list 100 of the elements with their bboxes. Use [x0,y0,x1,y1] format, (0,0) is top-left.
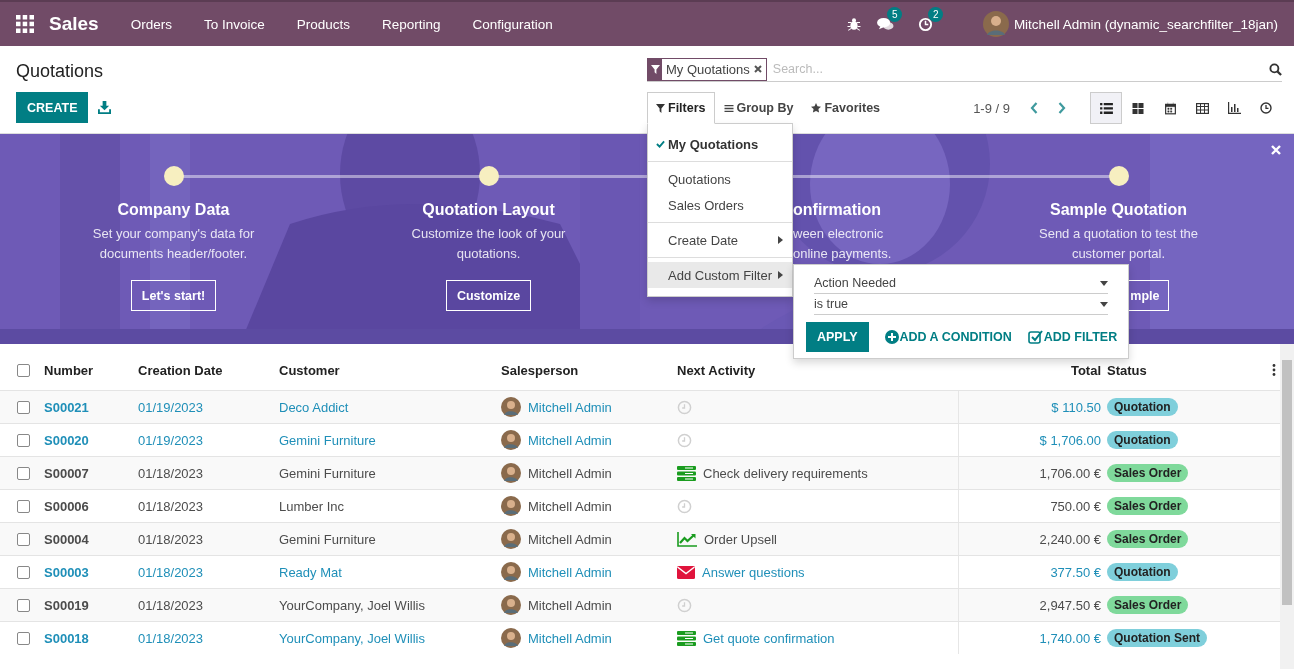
salesperson-name: Mitchell Admin [528,498,612,514]
todo-list-icon[interactable] [677,630,696,646]
chat-icon[interactable] [876,16,894,32]
step-button[interactable]: Let's start! [130,280,217,311]
message-count-badge: 5 [886,6,903,22]
step-title: Quotation Layout [422,201,555,219]
close-icon[interactable] [1271,145,1281,155]
creation-date: 01/18/2023 [138,531,205,547]
app-name[interactable]: Sales [49,13,99,35]
scrollbar[interactable] [1280,344,1294,669]
add-filter-button[interactable]: ADD FILTER [1027,330,1118,344]
step-title: onfirmation [793,201,881,219]
dropdown-caret-icon [1100,280,1108,286]
search-options-tab[interactable]: Filters [647,92,715,124]
envelope-icon[interactable] [677,565,695,579]
filter-option[interactable]: My Quotations [648,131,792,157]
order-total: 1,740.00 € [1038,630,1102,646]
column-options-icon[interactable] [1271,364,1276,376]
status-badge: Quotation Sent [1107,629,1207,647]
menu-item[interactable]: Orders [114,16,188,32]
column-header[interactable]: Next Activity [677,362,959,378]
add-condition-button[interactable]: ADD A CONDITION [884,330,1012,344]
creation-date: 01/18/2023 [138,630,205,646]
column-header[interactable]: Salesperson [501,362,677,378]
filter-submenu-item[interactable]: Add Custom Filter [648,262,792,288]
row-checkbox[interactable] [16,499,30,513]
table-icon [1195,102,1209,114]
customer-name: YourCompany, Joel Willis [279,597,426,613]
activity-summary: Get quote confirmation [703,630,835,646]
bug-icon[interactable] [846,17,861,31]
customer-name: Gemini Furniture [279,432,377,448]
search-input[interactable]: Search... [766,61,1269,77]
status-badge: Sales Order [1107,596,1189,614]
customer-name: Lumber Inc [279,498,346,514]
menu-item[interactable]: Configuration [456,16,569,32]
select-field[interactable]: Action Needed [814,273,1108,294]
order-number: S00021 [44,399,90,415]
apply-button[interactable]: APPLY [806,322,869,352]
order-total: 2,240.00 € [1038,531,1102,547]
filter-submenu-item[interactable]: Create Date [648,227,792,253]
customer-name: Ready Mat [279,564,343,580]
apps-menu-icon[interactable] [16,15,34,33]
order-number: S00018 [44,630,90,646]
step-description: ween electronic online payments. [793,225,893,263]
creation-date: 01/18/2023 [138,465,205,481]
list-view-button[interactable] [1090,92,1122,124]
checkmark-icon [656,140,665,148]
creation-date: 01/18/2023 [138,498,205,514]
menu-item[interactable]: Products [280,16,366,32]
avatar [501,430,521,450]
row-checkbox[interactable] [16,598,30,612]
column-header[interactable]: Number [44,362,138,378]
menu-item[interactable]: Reporting [366,16,457,32]
create-button[interactable]: CREATE [16,92,89,123]
remove-icon[interactable] [753,65,762,73]
row-checkbox[interactable] [16,565,30,579]
column-header[interactable]: Total [959,362,1107,378]
order-total: 377.50 € [1049,564,1102,580]
previous-page-icon[interactable] [1030,102,1038,114]
select-field[interactable]: is true [814,294,1108,315]
menu-item[interactable]: To Invoice [187,16,281,32]
row-checkbox[interactable] [16,466,30,480]
avatar [501,463,521,483]
row-checkbox[interactable] [16,433,30,447]
salesperson-name: Mitchell Admin [528,564,612,580]
salesperson-name: Mitchell Admin [528,432,612,448]
filter-option[interactable]: Sales Orders [648,192,792,218]
page-title: Quotations [16,61,105,82]
caret-icon [778,271,783,279]
column-header[interactable]: Creation Date [138,362,279,378]
bars-icon [723,103,734,113]
creation-date: 01/18/2023 [138,564,205,580]
filter-option[interactable]: Quotations [648,166,792,192]
activity-summary: Check delivery requirements [703,465,868,481]
order-total: $ 110.50 [1050,399,1102,415]
user-name[interactable]: Mitchell Admin (dynamic_searchfilter_18jan) [1013,16,1278,32]
search-options-tab[interactable]: Favorites [802,92,890,124]
pager-value[interactable]: 1-9 / 9 [973,100,1010,116]
column-header[interactable]: Status [1107,362,1267,378]
user-avatar[interactable] [982,11,1009,37]
customer-name: Deco Addict [279,399,350,415]
next-page-icon[interactable] [1058,102,1066,114]
order-number: S00004 [44,531,90,547]
step-button[interactable]: Customize [445,280,532,311]
avatar [501,397,521,417]
search-icon[interactable] [1269,62,1282,76]
todo-list-icon[interactable] [677,465,696,481]
customer-name: Gemini Furniture [279,465,377,481]
download-icon[interactable] [98,101,112,114]
row-checkbox[interactable] [16,631,30,645]
bar-chart-icon [1227,102,1241,114]
row-checkbox[interactable] [16,400,30,414]
status-badge: Quotation [1107,398,1178,416]
salesperson-name: Mitchell Admin [528,531,612,547]
clock-icon [1260,102,1272,114]
order-number: S00020 [44,432,90,448]
row-checkbox[interactable] [16,532,30,546]
select-all-checkbox[interactable] [16,363,30,377]
trend-chart-icon[interactable] [677,531,697,547]
column-header[interactable]: Customer [279,362,501,378]
